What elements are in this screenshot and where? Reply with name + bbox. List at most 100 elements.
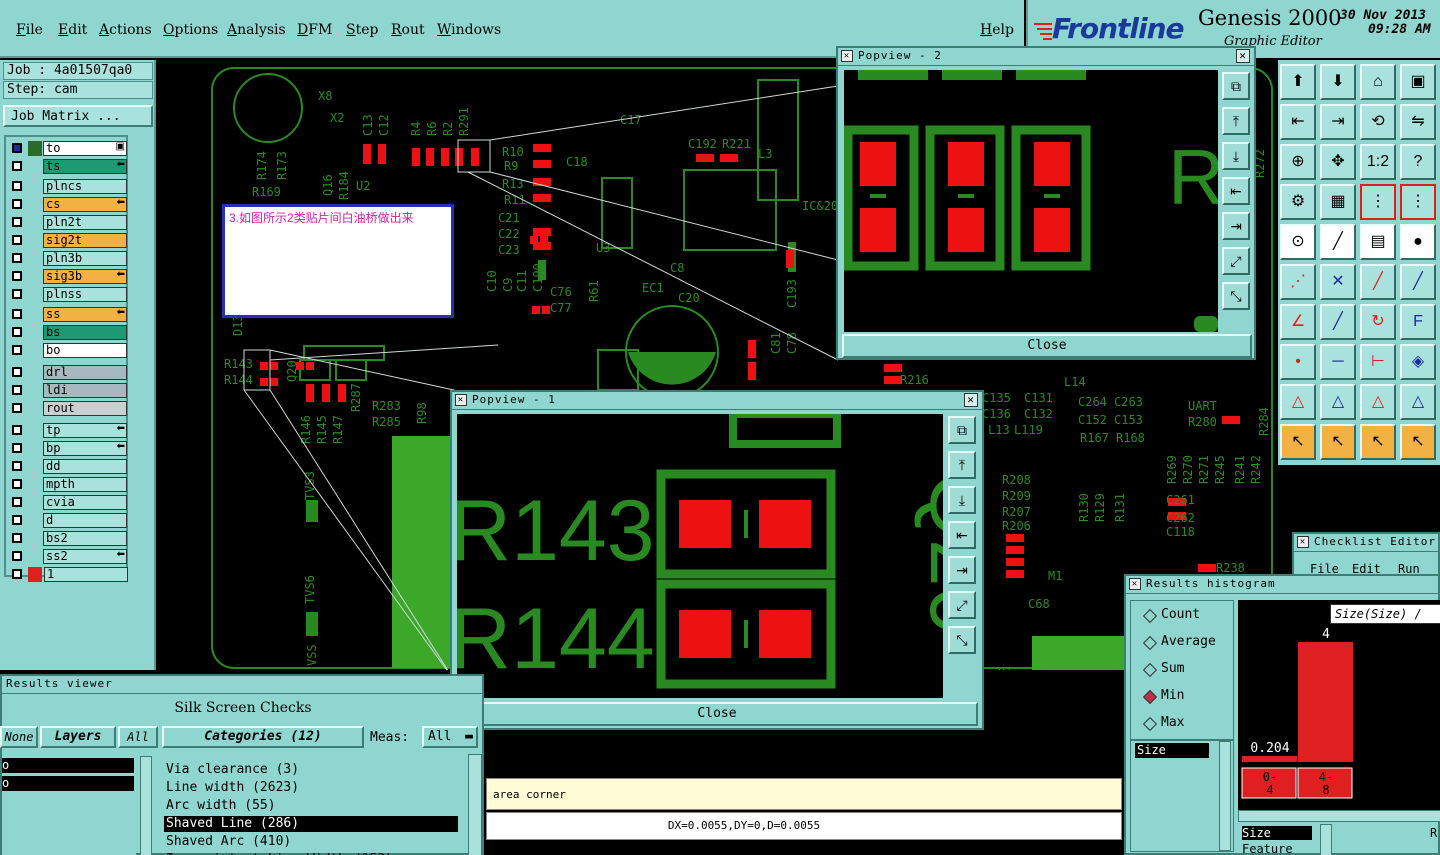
pan-left-icon[interactable]: ⇤ bbox=[948, 521, 976, 549]
category-item[interactable]: Arc width (55) bbox=[164, 798, 458, 814]
pan-up-icon[interactable]: ⤒ bbox=[948, 451, 976, 479]
delete-icon[interactable]: ✕ bbox=[1320, 264, 1356, 300]
layers-scrollbar[interactable] bbox=[140, 756, 152, 855]
layer-checkbox[interactable] bbox=[12, 461, 22, 471]
bottom-size-item[interactable]: Size bbox=[1242, 826, 1312, 840]
help-icon[interactable]: ? bbox=[1400, 144, 1436, 180]
layer-checkbox[interactable] bbox=[12, 143, 22, 153]
cursor-diamond-icon[interactable]: ↖ bbox=[1360, 424, 1396, 460]
bracket-icon[interactable]: ⊢ bbox=[1360, 344, 1396, 380]
restore-view-icon[interactable]: ⧉ bbox=[1222, 72, 1250, 100]
checklist-editor-titlebar[interactable]: ✕ Checklist Editor bbox=[1294, 534, 1438, 552]
bottom-scrollbar[interactable] bbox=[1320, 824, 1332, 855]
layer-row-to[interactable]: to ▣ bbox=[8, 141, 128, 156]
histogram-titlebar[interactable]: ✕ Results histogram bbox=[1126, 576, 1438, 594]
popview-1-titlebar[interactable]: ✕ Popview - 1 ✕ bbox=[452, 392, 982, 410]
cursor-box-icon[interactable]: ↖ bbox=[1320, 424, 1356, 460]
layer-checkbox[interactable] bbox=[12, 345, 22, 355]
layer-result-item[interactable]: o bbox=[2, 758, 134, 773]
layer-row-bp[interactable]: bp ⬅ bbox=[8, 441, 128, 456]
window-icon[interactable]: ▣ bbox=[1400, 64, 1436, 100]
popview-1-close-button[interactable]: Close bbox=[456, 702, 978, 726]
window-menu-icon[interactable]: ✕ bbox=[841, 50, 853, 62]
scale-icon[interactable]: 1:2 bbox=[1360, 144, 1396, 180]
slash-icon[interactable]: ╱ bbox=[1320, 224, 1356, 260]
menu-actions[interactable]: Actions bbox=[99, 22, 152, 38]
tri-blue-icon[interactable]: △ bbox=[1320, 384, 1356, 420]
categories-button[interactable]: Categories (12) bbox=[162, 726, 364, 748]
snap-icon[interactable]: ⊙ bbox=[1280, 224, 1316, 260]
home-icon[interactable]: ⌂ bbox=[1360, 64, 1396, 100]
layer-row-1[interactable]: 1 bbox=[8, 567, 128, 582]
line-red-icon[interactable]: ╱ bbox=[1360, 264, 1396, 300]
tri-red-icon[interactable]: △ bbox=[1280, 384, 1316, 420]
layer-checkbox[interactable] bbox=[12, 235, 22, 245]
layer-checkbox[interactable] bbox=[12, 385, 22, 395]
all-button[interactable]: All bbox=[118, 726, 158, 748]
close-icon[interactable]: ✕ bbox=[1236, 49, 1250, 63]
menu-analysis[interactable]: Analysis bbox=[227, 22, 286, 38]
traffic-light-icon[interactable]: ⋮ bbox=[1360, 184, 1396, 220]
arrow-right-icon[interactable]: ⇥ bbox=[1320, 104, 1356, 140]
restore-view-icon[interactable]: ⧉ bbox=[948, 416, 976, 444]
categories-scrollbar[interactable] bbox=[468, 754, 482, 855]
layer-checkbox[interactable] bbox=[12, 403, 22, 413]
layer-row-plnss[interactable]: plnss bbox=[8, 287, 128, 302]
window-menu-icon[interactable]: ✕ bbox=[455, 394, 467, 406]
layer-checkbox[interactable] bbox=[12, 271, 22, 281]
layer-checkbox[interactable] bbox=[12, 443, 22, 453]
layer-results-list[interactable]: o o bbox=[2, 756, 136, 855]
layer-checkbox[interactable] bbox=[12, 425, 22, 435]
grid-icon[interactable]: ▦ bbox=[1320, 184, 1356, 220]
tri-outline-icon[interactable]: △ bbox=[1400, 384, 1436, 420]
layer-row-rout[interactable]: rout bbox=[8, 401, 128, 416]
layer-row-ss2[interactable]: ss2 ⬅ bbox=[8, 549, 128, 564]
layer-row-sig2t[interactable]: sig2t bbox=[8, 233, 128, 248]
text-icon[interactable]: F bbox=[1400, 304, 1436, 340]
arc-icon[interactable]: ↻ bbox=[1360, 304, 1396, 340]
category-item[interactable]: Shaved Arc (410) bbox=[164, 834, 458, 850]
connect-icon[interactable]: ⋰ bbox=[1280, 264, 1316, 300]
flip-icon[interactable]: ⇋ bbox=[1400, 104, 1436, 140]
menu-rout[interactable]: Rout bbox=[391, 22, 425, 38]
measure-line-icon[interactable]: ╱ bbox=[1320, 304, 1356, 340]
page-down-icon[interactable]: ⬇ bbox=[1320, 64, 1356, 100]
layer-row-tp[interactable]: tp ⬅ bbox=[8, 423, 128, 438]
none-button[interactable]: None bbox=[0, 726, 38, 748]
layer-result-item[interactable]: o bbox=[2, 776, 134, 791]
layer-row-bs2[interactable]: bs2 bbox=[8, 531, 128, 546]
layer-checkbox[interactable] bbox=[12, 309, 22, 319]
layer-row-ts[interactable]: ts ⬅ bbox=[8, 159, 128, 174]
popview-2-titlebar[interactable]: ✕ Popview - 2 ✕ bbox=[838, 48, 1254, 66]
close-icon[interactable]: ✕ bbox=[964, 393, 978, 407]
menu-file[interactable]: File bbox=[16, 22, 43, 38]
layer-row-pln3b[interactable]: pln3b bbox=[8, 251, 128, 266]
traffic-light-alt-icon[interactable]: ⋮ bbox=[1400, 184, 1436, 220]
layer-row-pln2t[interactable]: pln2t bbox=[8, 215, 128, 230]
layer-row-bs[interactable]: bs bbox=[8, 325, 128, 340]
menu-help[interactable]: Help bbox=[980, 22, 1014, 38]
histogram-hscrollbar[interactable] bbox=[1238, 810, 1440, 822]
menu-dfm[interactable]: DFM bbox=[297, 22, 332, 38]
pan-down-icon[interactable]: ⤓ bbox=[1222, 142, 1250, 170]
layer-row-dd[interactable]: dd bbox=[8, 459, 128, 474]
layer-checkbox[interactable] bbox=[12, 217, 22, 227]
tri-both-icon[interactable]: △ bbox=[1360, 384, 1396, 420]
ruler-icon[interactable]: ▤ bbox=[1360, 224, 1396, 260]
layer-checkbox[interactable] bbox=[12, 289, 22, 299]
layer-row-bo[interactable]: bo bbox=[8, 343, 128, 358]
popview-1-canvas[interactable]: R143 R144 Q20 bbox=[457, 414, 943, 698]
popview-2-close-button[interactable]: Close bbox=[842, 334, 1252, 358]
layer-checkbox[interactable] bbox=[12, 515, 22, 525]
pan-right-icon[interactable]: ⇥ bbox=[948, 556, 976, 584]
shapes-icon[interactable]: ◈ bbox=[1400, 344, 1436, 380]
layer-checkbox[interactable] bbox=[12, 327, 22, 337]
menu-windows[interactable]: Windows bbox=[437, 22, 501, 38]
popview-2-canvas[interactable]: R bbox=[844, 70, 1218, 332]
layer-row-plncs[interactable]: plncs bbox=[8, 179, 128, 194]
layer-checkbox[interactable] bbox=[12, 479, 22, 489]
zoom-home-icon[interactable]: ⤡ bbox=[1222, 282, 1250, 310]
layer-row-ss[interactable]: ss ⬅ bbox=[8, 307, 128, 322]
rotate-icon[interactable]: ⟲ bbox=[1360, 104, 1396, 140]
dot-icon[interactable]: • bbox=[1280, 344, 1316, 380]
